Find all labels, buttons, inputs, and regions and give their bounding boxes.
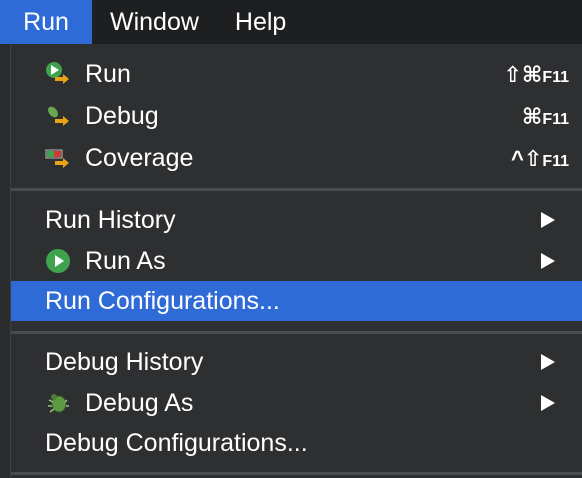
coverage-icon <box>45 145 71 171</box>
menubar-window[interactable]: Window <box>92 0 217 44</box>
menu-item-label: Run Configurations... <box>45 287 280 315</box>
menu-item-label: Debug History <box>45 348 204 376</box>
menu-item-label: Debug Configurations... <box>45 429 308 457</box>
run-icon <box>45 61 71 87</box>
submenu-arrow-icon <box>541 212 555 228</box>
menu-item-debug-history[interactable]: Debug History <box>11 342 582 382</box>
menu-item-label: Run History <box>45 206 176 234</box>
shortcut-label: ^⇧F11 <box>511 146 569 171</box>
menu-item-run-history[interactable]: Run History <box>11 200 582 240</box>
run-as-icon <box>45 248 71 274</box>
run-menu-dropdown: Run ⇧⌘F11 Debug ⌘F11 Coverage ^⇧F11 Run <box>10 44 582 478</box>
menu-item-label: Debug As <box>85 389 194 417</box>
shortcut-label: ⇧⌘F11 <box>503 62 569 87</box>
menu-item-run-as[interactable]: Run As <box>11 241 582 281</box>
menu-item-label: Debug <box>85 102 159 130</box>
menu-item-debug-as[interactable]: Debug As <box>11 383 582 423</box>
menubar: Run Window Help <box>0 0 582 44</box>
menu-item-debug[interactable]: Debug ⌘F11 <box>11 96 582 136</box>
menu-item-coverage[interactable]: Coverage ^⇧F11 <box>11 138 582 178</box>
bug-icon <box>45 390 71 416</box>
menu-item-run[interactable]: Run ⇧⌘F11 <box>11 54 582 94</box>
menu-item-label: Coverage <box>85 144 194 172</box>
menubar-help[interactable]: Help <box>217 0 304 44</box>
menu-separator <box>11 472 582 475</box>
shortcut-label: ⌘F11 <box>521 104 569 129</box>
menu-item-label: Run <box>85 60 131 88</box>
submenu-arrow-icon <box>541 354 555 370</box>
submenu-arrow-icon <box>541 253 555 269</box>
submenu-arrow-icon <box>541 395 555 411</box>
menu-item-label: Run As <box>85 247 166 275</box>
menubar-run[interactable]: Run <box>0 0 92 44</box>
menu-separator <box>11 331 582 334</box>
menu-item-debug-configurations[interactable]: Debug Configurations... <box>11 423 582 463</box>
menu-separator <box>11 188 582 191</box>
menu-item-run-configurations[interactable]: Run Configurations... <box>11 281 582 321</box>
debug-icon <box>45 103 71 129</box>
